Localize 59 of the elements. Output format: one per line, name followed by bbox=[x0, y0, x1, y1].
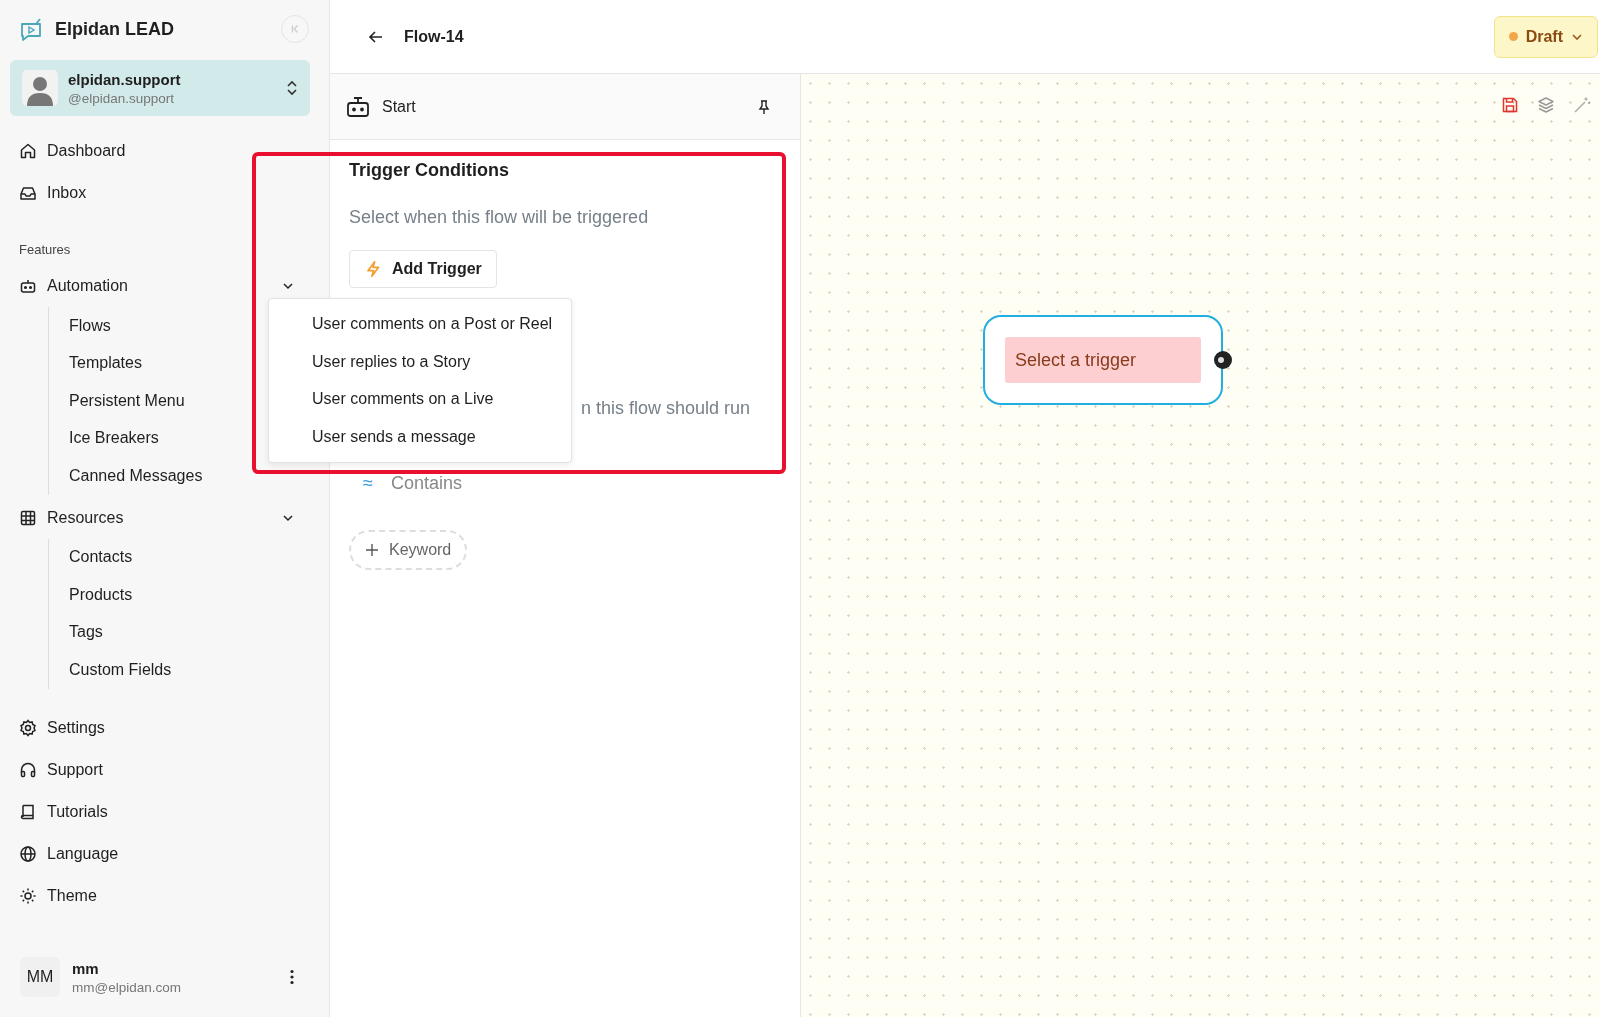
menu-item[interactable]: User comments on a Post or Reel bbox=[269, 305, 571, 343]
nav-item[interactable]: Language bbox=[10, 832, 310, 875]
account-name: elpidan.support bbox=[68, 70, 182, 88]
field-label: n this flow should run bbox=[581, 398, 752, 419]
globe-icon bbox=[19, 844, 37, 863]
section-heading: Features bbox=[18, 242, 72, 257]
add-keyword-button[interactable]: Keyword bbox=[349, 530, 468, 570]
updown-icon bbox=[286, 79, 298, 97]
grid-icon bbox=[19, 508, 37, 527]
account-handle: @elpidan.support bbox=[68, 90, 176, 106]
section-description: Select when this flow will be triggered bbox=[349, 207, 650, 228]
nav-item[interactable]: Settings bbox=[10, 706, 310, 749]
menu-item[interactable]: User comments on a Live bbox=[269, 380, 571, 419]
trigger-node[interactable]: Select a trigger bbox=[983, 315, 1223, 405]
status-dropdown[interactable]: Draft bbox=[1493, 15, 1598, 58]
connector-handle[interactable] bbox=[1213, 350, 1233, 370]
save-button[interactable] bbox=[1500, 95, 1520, 115]
app-name: Elpidan LEAD bbox=[55, 18, 175, 40]
nav-item[interactable]: Dashboard bbox=[10, 130, 310, 172]
menu-item[interactable]: User replies to a Story bbox=[269, 342, 571, 381]
sub-nav-item[interactable]: Canned Messages bbox=[49, 457, 319, 495]
sun-icon bbox=[19, 886, 37, 905]
account-switcher[interactable]: elpidan.support @elpidan.support bbox=[10, 60, 310, 116]
nav-item[interactable]: Theme bbox=[10, 874, 310, 917]
match-option[interactable]: ≈ Contains bbox=[349, 469, 780, 498]
book-icon bbox=[19, 802, 37, 821]
lightning-icon bbox=[364, 260, 382, 278]
sub-nav-item[interactable]: Tags bbox=[49, 613, 319, 651]
inbox-icon bbox=[19, 184, 37, 202]
nav-group[interactable]: Automation bbox=[10, 265, 310, 307]
user-email: mm@elpidan.com bbox=[72, 979, 182, 995]
section-title: Trigger Conditions bbox=[349, 160, 510, 181]
nav-item[interactable]: Support bbox=[10, 748, 310, 791]
nav-item[interactable]: Inbox bbox=[10, 172, 310, 214]
nav-group[interactable]: Resources bbox=[10, 496, 310, 539]
sub-nav-item[interactable]: Custom Fields bbox=[49, 651, 319, 689]
menu-item[interactable]: User sends a message bbox=[269, 418, 571, 456]
sub-nav-item[interactable]: Contacts bbox=[49, 538, 319, 576]
settings-icon bbox=[19, 718, 37, 737]
flow-canvas[interactable]: Select a trigger bbox=[801, 74, 1600, 1017]
user-initials-avatar: MM bbox=[20, 957, 60, 997]
collapse-icon bbox=[289, 23, 301, 35]
more-icon bbox=[290, 969, 294, 985]
back-arrow-icon bbox=[368, 28, 384, 45]
nav-item[interactable]: Tutorials bbox=[10, 790, 310, 833]
home-icon bbox=[19, 142, 37, 160]
headset-icon bbox=[19, 760, 37, 779]
sub-nav-item[interactable]: Products bbox=[49, 576, 319, 614]
user-name: mm bbox=[72, 959, 100, 977]
flow-title: Flow-14 bbox=[404, 27, 464, 46]
robot-icon bbox=[19, 277, 37, 295]
status-dot bbox=[1508, 32, 1518, 41]
robot-icon bbox=[346, 94, 370, 119]
plus-icon bbox=[365, 543, 379, 557]
layers-button[interactable] bbox=[1536, 95, 1556, 115]
avatar-icon bbox=[22, 70, 58, 106]
node-label: Select a trigger bbox=[1005, 337, 1201, 383]
step-title: Start bbox=[382, 97, 416, 116]
add-trigger-button[interactable]: Add Trigger bbox=[349, 250, 497, 288]
